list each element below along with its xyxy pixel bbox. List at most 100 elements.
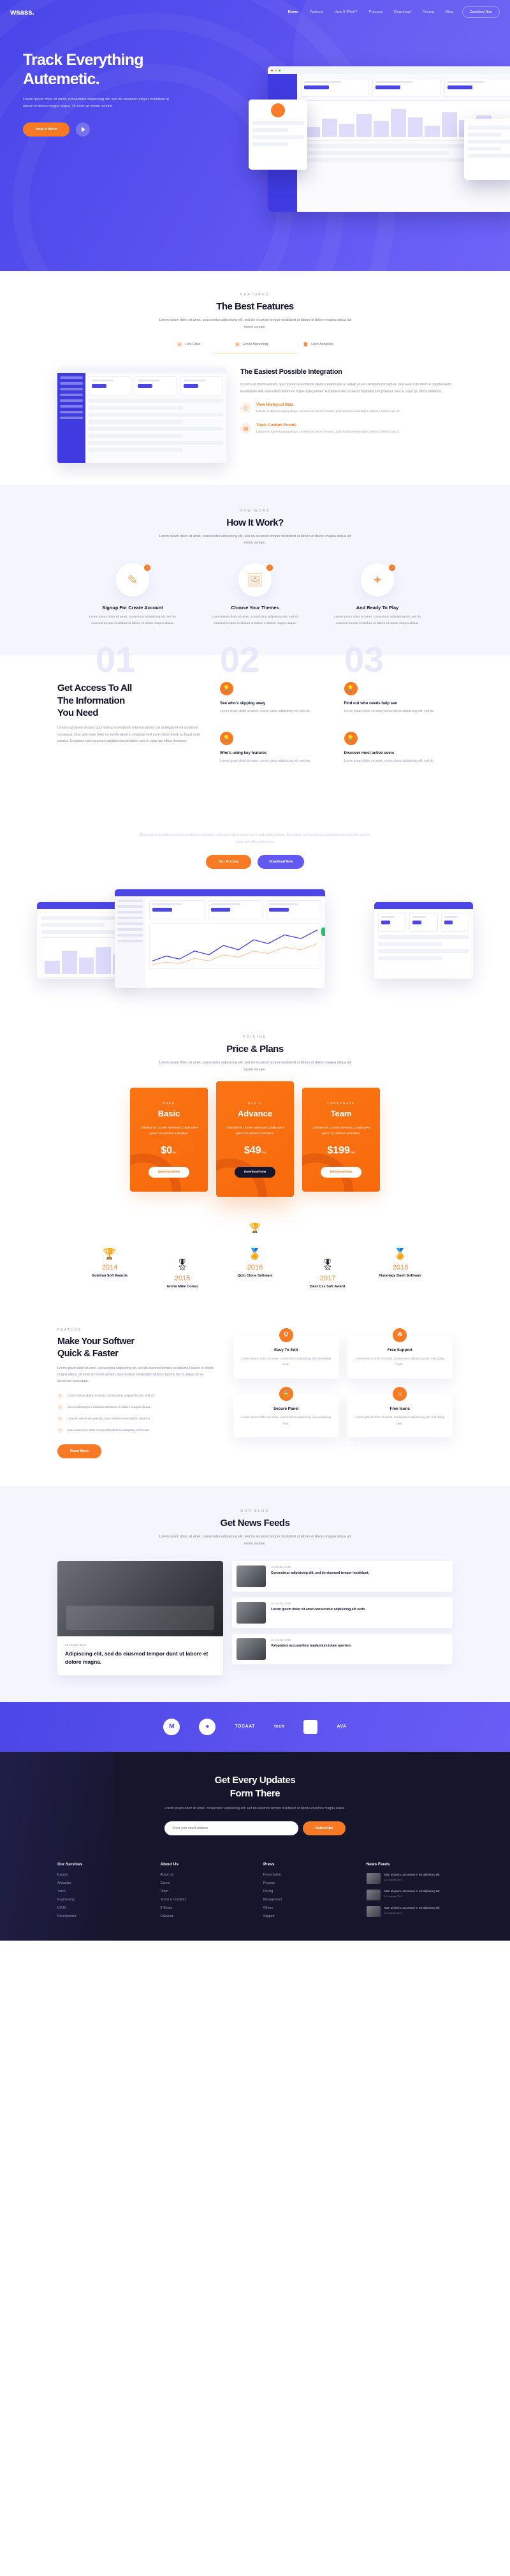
footer-link[interactable]: Management	[263, 1898, 350, 1902]
info-box-key-features: 💡 Who's using key features Lorem ipsum d…	[220, 731, 329, 765]
footer-link[interactable]: About Us	[161, 1873, 247, 1877]
award-item: 🏆 2014 Gulshan Soft Awards	[82, 1248, 137, 1289]
gallery-card-center	[115, 889, 325, 988]
quick-copy: Featues Make Your Softwer Quick & Faster…	[57, 1328, 217, 1458]
tab-user-analytics[interactable]: █ User Analytics	[303, 341, 333, 347]
nav-item-blog[interactable]: Blog	[446, 10, 453, 14]
quick-title-line-2: Quick & Faster	[57, 1348, 119, 1359]
nav-item-download[interactable]: Download	[394, 10, 411, 14]
blog-title: Get News Feeds	[220, 1517, 290, 1529]
email-field[interactable]	[164, 1821, 298, 1836]
footer-link[interactable]: Pricing	[263, 1890, 350, 1893]
hero-section: wsass. Home Feature How It Work? Process…	[0, 0, 510, 271]
howwork-lead: Lorem ipsum dolor sit amet, consectetur …	[159, 534, 351, 545]
information-title: Get Access To All The Information You Ne…	[57, 682, 201, 720]
tab-live-chat-label: Live Chat	[185, 342, 200, 346]
dashboard-profile-card	[249, 100, 307, 170]
footer-title-line-1: Get Every Updates	[214, 1774, 296, 1786]
plan-price-value: $199	[327, 1145, 350, 1157]
plan-download-button[interactable]: Download Now	[234, 1167, 276, 1178]
mail-icon: ■	[235, 341, 240, 347]
blog-featured-post[interactable]: 18 October 2019 Adipiscing elit, sed do …	[57, 1561, 223, 1675]
footer-link[interactable]: Calculate	[161, 1914, 247, 1918]
step-text: Lorem ipsum dolor sit amet, consectetur …	[89, 616, 177, 626]
news-thumbnail	[366, 1890, 381, 1901]
news-date: 18 October 2019	[384, 1895, 402, 1899]
news-date: 18 October 2019	[384, 1879, 402, 1882]
plan-price-period: /mo	[349, 1151, 355, 1155]
plan-team: Corporate Team Unlimited for 15 user adv…	[302, 1087, 380, 1192]
nav-download-button[interactable]: Download Now	[462, 6, 500, 18]
footer-link[interactable]: Terms & Condition	[161, 1898, 247, 1902]
tab-live-chat[interactable]: ● Live Chat	[177, 341, 200, 347]
nav-item-how-it-work[interactable]: How It Work?	[335, 10, 358, 14]
award-icon: 🏅	[393, 1248, 407, 1261]
footer-title: Get Every Updates Form There	[57, 1773, 453, 1800]
feature-card-free-icons: ☆ Free Icons Lorem ipsum dolor sit amet,…	[347, 1387, 453, 1438]
medal-icon: 🏅	[248, 1248, 262, 1261]
footer-link[interactable]: Presentation	[263, 1873, 350, 1877]
awards-list: 🏆 2014 Gulshan Soft Awards 🎖 2015 Grena …	[57, 1248, 453, 1289]
nav-item-feature[interactable]: Feature	[310, 10, 323, 14]
hero-paragraph: Lorem ipsum dolor sit amet, consectetur …	[23, 98, 169, 108]
plan-download-button[interactable]: Download Now	[320, 1167, 362, 1178]
quick-read-more-button[interactable]: Read More	[57, 1444, 102, 1458]
footer-link[interactable]: Others	[263, 1906, 350, 1910]
download-now-button[interactable]: Download Now	[258, 855, 305, 869]
info-box-text: Lorem ipsum dolor sit amet, conse ctetur…	[344, 709, 435, 713]
our-pricing-button[interactable]: Our Pricing	[205, 855, 252, 869]
subscribe-button[interactable]: Subscribe	[302, 1821, 346, 1836]
footer-link[interactable]: E-Books	[161, 1906, 247, 1910]
quick-feature-cards: ⚙ Easy To Edit Lorem ipsum dolor sit ame…	[233, 1328, 453, 1438]
nav-item-process[interactable]: Process	[369, 10, 383, 14]
footer-news-item[interactable]: Nam at ipsum, accumsan in est adipiscing…	[366, 1906, 453, 1918]
pencil-icon: ✎ ✓	[116, 563, 150, 597]
nav-item-pricing[interactable]: Pricing	[423, 10, 435, 14]
check-icon: ✓	[57, 1393, 63, 1399]
plan-price-period: /mo	[172, 1151, 177, 1155]
hero-how-it-work-button[interactable]: How It Work	[23, 122, 70, 137]
quick-faster-section: Featues Make Your Softwer Quick & Faster…	[0, 1315, 510, 1486]
blog-list-item[interactable]: 18 October 2019 Lorem ipsum dolor sit am…	[232, 1597, 453, 1629]
step-text: Lorem ipsum dolor sit amet, consectetur …	[333, 616, 421, 626]
news-thumbnail	[366, 1906, 381, 1918]
award-name: Gulshan Soft Awards	[91, 1274, 128, 1278]
quick-checklist: ✓ Lorem ipsum dolor sit amet, consectetu…	[57, 1393, 217, 1433]
ribbon-icon: 🎖	[175, 1259, 189, 1271]
footer-link[interactable]: Process	[263, 1881, 350, 1885]
footer-link[interactable]: Support	[263, 1914, 350, 1918]
plan-download-button[interactable]: Download Now	[148, 1167, 190, 1178]
info-box-active-users: 💡 Discover most active users Lorem ipsum…	[344, 731, 453, 765]
footer-news-item[interactable]: Nam at ipsum, accumsan in est adipiscing…	[366, 1890, 453, 1901]
information-copy: Get Access To All The Information You Ne…	[57, 682, 201, 765]
features-tabs: ● Live Chat ■ Email Marketing █ User Ana…	[57, 341, 453, 347]
play-icon[interactable]	[76, 122, 91, 137]
feature-card-text: Lorem ipsum dolor sit amet, consectetur …	[355, 1416, 445, 1426]
award-name: Grena Mike Consu	[166, 1285, 198, 1289]
tab-email-marketing[interactable]: ■ Email Marketing	[235, 341, 268, 347]
awards-section: 🏆 🏆 2014 Gulshan Soft Awards 🎖 2015 Gren…	[0, 1216, 510, 1315]
site-logo[interactable]: wsass.	[10, 8, 34, 17]
news-thumbnail	[366, 1873, 381, 1884]
blog-item-title: Voluptatem accusantium laudantium totam …	[271, 1644, 352, 1648]
hero-copy: Track Everything Autemetic. Lorem ipsum …	[0, 51, 210, 137]
bulb-icon: 💡	[220, 681, 233, 695]
nav-item-home[interactable]: Home	[288, 10, 298, 14]
blog-item-date: 18 October 2019	[271, 1566, 291, 1569]
plan-price: $49/mo	[224, 1145, 286, 1157]
checklist-text: Eiusmod tempor incididunt ut labore et d…	[68, 1405, 151, 1409]
plan-description: Unlimited for 15 user advanced Colaborat…	[225, 1125, 285, 1136]
integration-block: The Easiest Possible Integration Ut enim…	[57, 367, 453, 463]
footer-news-item[interactable]: Nam at ipsum, accumsan in est adipiscing…	[366, 1873, 453, 1884]
blog-list-item[interactable]: 18 October 2019 Voluptatem accusantium l…	[232, 1634, 453, 1665]
integration-feature-title: View Histoycal Data	[256, 403, 294, 408]
information-boxes: 💡 See who's slipping away Lorem ipsum do…	[220, 681, 453, 765]
blog-list-item[interactable]: 18 October 2019 Consectetur adipisicing …	[232, 1561, 453, 1592]
award-name: Qulo Clone Software	[237, 1274, 273, 1278]
hero-title-line-1: Track Everything	[23, 51, 143, 69]
footer-link[interactable]: Team	[161, 1890, 247, 1893]
blog-thumbnail	[237, 1638, 266, 1661]
footer-link[interactable]: Career	[161, 1881, 247, 1885]
plan-description: Unlimited for 15 user advanced Colaborat…	[311, 1125, 371, 1136]
integration-copy: The Easiest Possible Integration Ut enim…	[240, 367, 453, 435]
